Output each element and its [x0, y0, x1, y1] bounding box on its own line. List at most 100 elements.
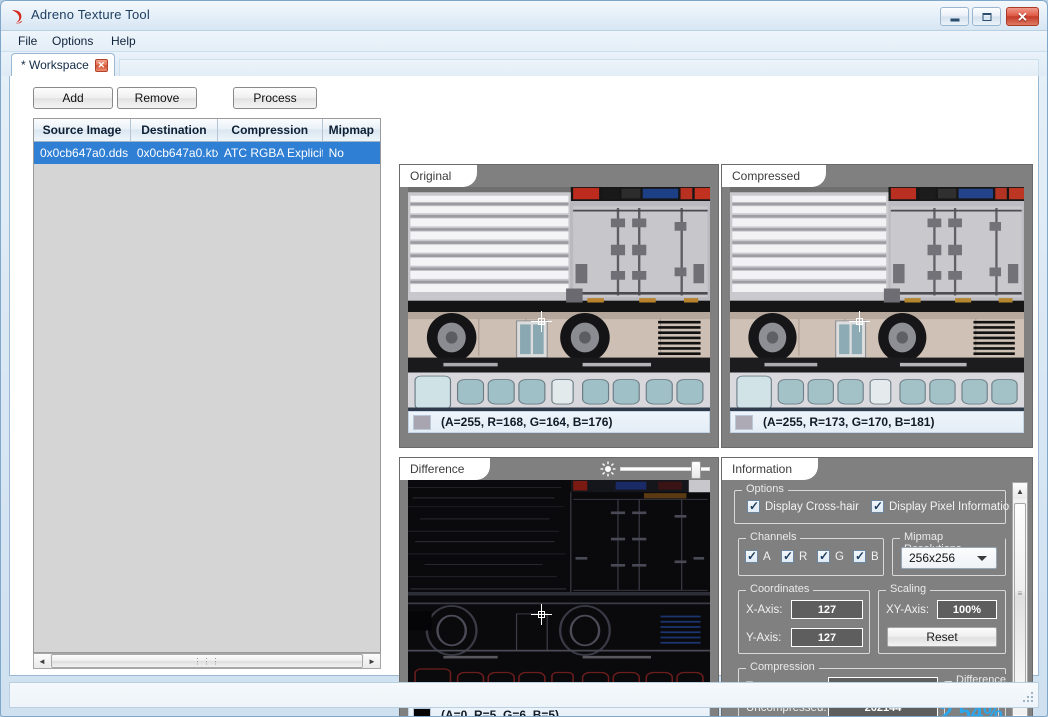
panel-information: Information Options Display Cross-hair D…: [721, 457, 1033, 716]
menu-item-options[interactable]: Options: [45, 34, 100, 50]
mipmap-resolution-select[interactable]: 256x256: [901, 547, 997, 569]
channel-b-checkbox-icon[interactable]: [853, 549, 866, 563]
close-button[interactable]: ✕: [1006, 7, 1039, 26]
panel-compressed: Compressed (A=255, R=173, G=170, B=181): [721, 164, 1033, 448]
chevron-down-icon[interactable]: [977, 555, 987, 561]
menu-bar: File Options Help: [1, 31, 1047, 52]
scroll-up-arrow-icon[interactable]: ▲: [1013, 483, 1027, 499]
difference-image-view[interactable]: [408, 480, 710, 704]
group-channels-legend: Channels: [746, 531, 801, 543]
channel-a-label: A: [763, 550, 771, 563]
pane-splitter[interactable]: [390, 82, 397, 669]
table-row[interactable]: 0x0cb647a0.dds 0x0cb647a0.ktx ATC RGBA E…: [34, 142, 380, 164]
adreno-snapdragon-logo-icon: [12, 10, 22, 24]
compressed-image-view[interactable]: [730, 187, 1024, 411]
minimize-button[interactable]: [940, 7, 969, 26]
menu-item-file[interactable]: File: [11, 34, 44, 50]
channel-g-checkbox-icon[interactable]: [817, 549, 830, 563]
panel-compressed-title: Compressed: [722, 165, 827, 187]
checkbox-channel-r[interactable]: R: [781, 549, 808, 563]
checkbox-channel-a[interactable]: A: [745, 549, 771, 563]
original-color-swatch: [413, 414, 431, 430]
y-axis-label: Y-Axis:: [746, 632, 782, 644]
original-image-view[interactable]: [408, 187, 710, 411]
compressed-pixel-info-bar: (A=255, R=173, G=170, B=181): [730, 411, 1024, 433]
column-header-source-image[interactable]: Source Image: [34, 119, 131, 142]
checkbox-display-crosshair[interactable]: Display Cross-hair: [747, 499, 859, 513]
display-pixel-information-checkbox-icon[interactable]: [871, 499, 884, 513]
group-scaling-legend: Scaling: [886, 583, 931, 595]
column-header-mipmap[interactable]: Mipmap: [322, 119, 380, 142]
brightness-slider-track[interactable]: [620, 461, 710, 479]
display-crosshair-checkbox-icon[interactable]: [747, 499, 760, 513]
cell-destination: 0x0cb647a0.ktx: [136, 146, 218, 160]
cell-compression: ATC RGBA Explicit: [223, 146, 323, 160]
brightness-slider[interactable]: [600, 460, 710, 479]
difference-texture-image: [408, 480, 710, 704]
checkbox-channel-g[interactable]: G: [817, 549, 844, 563]
checkbox-display-pixel-information[interactable]: Display Pixel Information: [871, 499, 1010, 513]
checkbox-channel-b[interactable]: B: [853, 549, 879, 563]
file-list-horizontal-scrollbar[interactable]: ◄ ⋮⋮⋮ ►: [33, 653, 381, 669]
panel-difference: Difference (A=0, R=5, G=6, B=5): [399, 457, 719, 717]
application-window: Adreno Texture Tool ✕ File Options Help …: [0, 0, 1048, 717]
brightness-slider-thumb[interactable]: [691, 461, 701, 479]
window-title: Adreno Texture Tool: [31, 7, 150, 22]
y-axis-value: 127: [791, 628, 863, 647]
scroll-right-arrow-icon[interactable]: ►: [364, 654, 380, 668]
panel-difference-title: Difference: [400, 458, 491, 480]
group-options-legend: Options: [742, 483, 788, 495]
panel-information-title: Information: [722, 458, 819, 480]
close-icon: ✕: [1017, 9, 1028, 24]
column-header-destination[interactable]: Destination: [130, 119, 218, 142]
compressed-texture-image: [730, 187, 1024, 411]
remove-button[interactable]: Remove: [117, 87, 197, 109]
add-button[interactable]: Add: [33, 87, 113, 109]
horizontal-scroll-thumb[interactable]: ⋮⋮⋮: [51, 654, 363, 668]
brightness-sun-icon: [600, 461, 616, 477]
cell-source-image: 0x0cb647a0.dds: [40, 146, 129, 160]
file-list-header: Source Image Destination Compression Mip…: [34, 119, 380, 142]
channel-r-label: R: [799, 550, 808, 563]
tab-bar: * Workspace ✕: [1, 52, 1047, 76]
client-area: Add Remove Process Source Image Destinat…: [9, 76, 1039, 716]
mipmap-resolution-value: 256x256: [909, 551, 956, 565]
compressed-pixel-info-text: (A=255, R=173, G=170, B=181): [763, 415, 935, 429]
reset-button[interactable]: Reset: [887, 627, 997, 647]
x-axis-label: X-Axis:: [746, 604, 783, 616]
tab-workspace[interactable]: * Workspace ✕: [11, 53, 115, 76]
group-channels: Channels A R G B: [738, 531, 884, 576]
original-texture-image: [408, 187, 710, 411]
original-pixel-info-bar: (A=255, R=168, G=164, B=176): [408, 411, 710, 433]
difference-color-swatch: [413, 707, 431, 716]
display-crosshair-label: Display Cross-hair: [765, 500, 859, 513]
xy-axis-label: XY-Axis:: [886, 604, 930, 616]
title-bar: Adreno Texture Tool ✕: [1, 1, 1047, 31]
tab-strip-filler: [119, 59, 1039, 76]
tab-workspace-label: * Workspace: [21, 58, 89, 72]
process-button[interactable]: Process: [233, 87, 317, 109]
channel-b-label: B: [871, 550, 879, 563]
vertical-scroll-thumb[interactable]: ≡: [1014, 503, 1026, 683]
group-scaling: Scaling XY-Axis: 100% Reset: [878, 583, 1006, 654]
tab-close-icon[interactable]: ✕: [94, 58, 108, 72]
xy-axis-value: 100%: [937, 600, 997, 619]
group-mipmap-resolutions: Mipmap Resolutions 256x256: [892, 531, 1006, 576]
maximize-button[interactable]: [972, 7, 1001, 26]
file-list-table: Source Image Destination Compression Mip…: [33, 118, 381, 653]
channel-g-label: G: [835, 550, 844, 563]
group-coordinates-legend: Coordinates: [746, 583, 814, 595]
panel-original: Original (A=255, R=168, G=164, B=176): [399, 164, 719, 448]
compressed-color-swatch: [735, 414, 753, 430]
column-header-compression[interactable]: Compression: [217, 119, 323, 142]
file-list-body: 0x0cb647a0.dds 0x0cb647a0.ktx ATC RGBA E…: [34, 142, 380, 164]
channel-r-checkbox-icon[interactable]: [781, 549, 794, 563]
resize-grip-icon[interactable]: [1022, 691, 1035, 704]
channel-a-checkbox-icon[interactable]: [745, 549, 758, 563]
group-coordinates: Coordinates X-Axis: 127 Y-Axis: 127: [738, 583, 870, 654]
difference-pixel-info-text: (A=0, R=5, G=6, B=5): [441, 708, 560, 717]
status-bar: [9, 682, 1039, 708]
menu-item-help[interactable]: Help: [104, 34, 143, 50]
scroll-left-arrow-icon[interactable]: ◄: [34, 654, 50, 668]
original-pixel-info-text: (A=255, R=168, G=164, B=176): [441, 415, 613, 429]
